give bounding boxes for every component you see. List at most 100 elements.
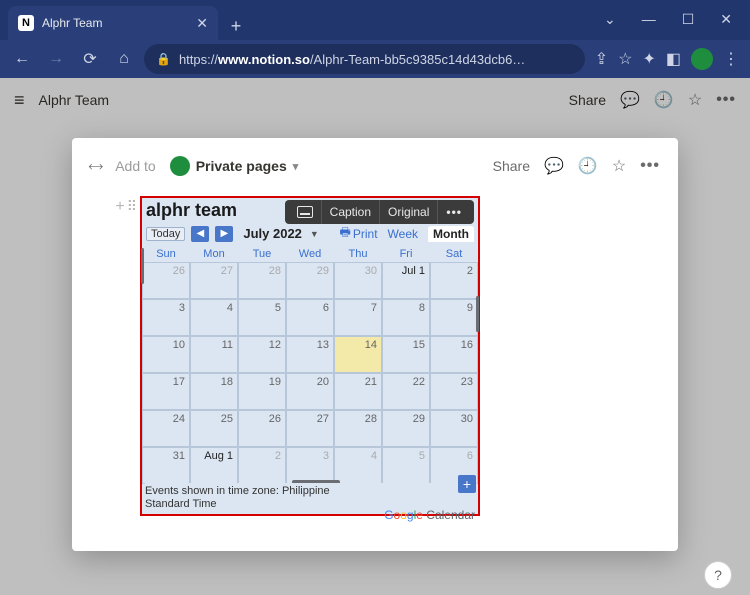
- calendar-cell[interactable]: 15: [382, 336, 430, 373]
- calendar-cell[interactable]: 28: [238, 262, 286, 299]
- calendar-cell[interactable]: 7: [334, 299, 382, 336]
- add-block-icon[interactable]: +: [115, 198, 124, 216]
- tab-favicon: N: [18, 15, 34, 31]
- calendar-cell[interactable]: 30: [430, 410, 478, 447]
- calendar-cell[interactable]: 27: [286, 410, 334, 447]
- browser-tab[interactable]: N Alphr Team ✕: [8, 6, 218, 40]
- new-tab-button[interactable]: +: [222, 12, 250, 40]
- chevron-down-icon[interactable]: ⌄: [604, 11, 616, 28]
- calendar-cell[interactable]: 21: [334, 373, 382, 410]
- calendar-cell[interactable]: 26: [142, 262, 190, 299]
- page-peek-modal: ⤢ Add to Private pages ▾ Share 💬 🕘 ☆ •••…: [72, 138, 678, 551]
- calendar-cell[interactable]: 10: [142, 336, 190, 373]
- calendar-cell[interactable]: 5: [238, 299, 286, 336]
- calendar-cell[interactable]: 26: [238, 410, 286, 447]
- google-calendar-logo[interactable]: Google Calendar: [384, 508, 475, 522]
- next-month-button[interactable]: ▶: [215, 226, 233, 242]
- calendar-cell[interactable]: 20: [286, 373, 334, 410]
- browser-titlebar: N Alphr Team ✕ + ⌄ ― ☐ ✕: [0, 0, 750, 40]
- calendar-cell[interactable]: 17: [142, 373, 190, 410]
- calendar-cell[interactable]: 18: [190, 373, 238, 410]
- modal-share-button[interactable]: Share: [493, 158, 530, 174]
- calendar-cell[interactable]: 9: [430, 299, 478, 336]
- calendar-cell[interactable]: 11: [190, 336, 238, 373]
- reload-button[interactable]: ⟳: [76, 45, 104, 73]
- add-to-label: Add to: [115, 158, 155, 174]
- today-button[interactable]: Today: [146, 227, 185, 241]
- calendar-cell[interactable]: 31: [142, 447, 190, 484]
- calendar-cell[interactable]: 19: [238, 373, 286, 410]
- calendar-day-headers: SunMonTueWedThuFriSat: [142, 246, 478, 262]
- profile-avatar[interactable]: [691, 48, 713, 70]
- drag-handle-icon[interactable]: ⠿: [127, 198, 134, 216]
- calendar-cell[interactable]: 4: [190, 299, 238, 336]
- prev-month-button[interactable]: ◀: [191, 226, 209, 242]
- add-event-button[interactable]: +: [458, 475, 476, 493]
- block-original-button[interactable]: Original: [379, 200, 437, 224]
- expand-icon[interactable]: ⤢: [86, 156, 106, 176]
- workspace-icon: [170, 156, 190, 176]
- bookmark-icon[interactable]: ☆: [618, 49, 632, 69]
- calendar-cell[interactable]: 22: [382, 373, 430, 410]
- calendar-cell[interactable]: 24: [142, 410, 190, 447]
- modal-updates-icon[interactable]: 🕘: [578, 156, 598, 176]
- url-text: https://www.notion.so/Alphr-Team-bb5c938…: [179, 52, 525, 67]
- calendar-cell[interactable]: 13: [286, 336, 334, 373]
- calendar-cell[interactable]: 6: [286, 299, 334, 336]
- side-panel-icon[interactable]: ◧: [666, 49, 681, 69]
- calendar-cell[interactable]: 8: [382, 299, 430, 336]
- calendar-cell[interactable]: 27: [190, 262, 238, 299]
- calendar-cell[interactable]: 28: [334, 410, 382, 447]
- address-bar[interactable]: 🔒 https://www.notion.so/Alphr-Team-bb5c9…: [144, 44, 585, 74]
- calendar-cell[interactable]: 23: [430, 373, 478, 410]
- day-header: Sat: [430, 248, 478, 260]
- modal-comments-icon[interactable]: 💬: [544, 156, 564, 176]
- forward-button[interactable]: →: [42, 45, 70, 73]
- calendar-cell[interactable]: 3: [286, 447, 334, 484]
- calendar-cell[interactable]: 25: [190, 410, 238, 447]
- scroll-indicator-left: [141, 248, 144, 284]
- calendar-cell[interactable]: 3: [142, 299, 190, 336]
- calendar-cell[interactable]: 4: [334, 447, 382, 484]
- modal-toolbar: ⤢ Add to Private pages ▾ Share 💬 🕘 ☆ •••: [90, 148, 660, 184]
- day-header: Thu: [334, 248, 382, 260]
- block-caption-icon[interactable]: [289, 200, 321, 224]
- block-caption-button[interactable]: Caption: [321, 200, 379, 224]
- extensions-icon[interactable]: ✦: [642, 49, 655, 69]
- calendar-cell[interactable]: 30: [334, 262, 382, 299]
- calendar-cell[interactable]: 2: [238, 447, 286, 484]
- window-controls: ⌄ ― ☐ ✕: [604, 11, 750, 40]
- maximize-icon[interactable]: ☐: [682, 11, 695, 28]
- google-calendar-embed[interactable]: Caption Original ••• alphr team Today ◀ …: [140, 196, 480, 516]
- timezone-text: Events shown in time zone: Philippine St…: [145, 485, 335, 510]
- day-header: Fri: [382, 248, 430, 260]
- calendar-grid: 2627282930Jul 12345678910111213141516171…: [142, 262, 478, 484]
- calendar-cell[interactable]: Aug 1: [190, 447, 238, 484]
- calendar-cell[interactable]: 16: [430, 336, 478, 373]
- block-more-icon[interactable]: •••: [437, 200, 470, 224]
- calendar-footer: Events shown in time zone: Philippine St…: [145, 483, 475, 513]
- home-button[interactable]: ⌂: [110, 45, 138, 73]
- location-picker[interactable]: Private pages ▾: [170, 156, 299, 176]
- view-week-tab[interactable]: Week: [384, 227, 422, 241]
- help-button[interactable]: ?: [704, 561, 732, 589]
- minimize-icon[interactable]: ―: [642, 11, 656, 28]
- calendar-cell[interactable]: 14: [334, 336, 382, 373]
- tab-close-icon[interactable]: ✕: [196, 15, 208, 32]
- close-window-icon[interactable]: ✕: [720, 11, 732, 28]
- calendar-cell[interactable]: 12: [238, 336, 286, 373]
- view-month-tab[interactable]: Month: [428, 226, 474, 242]
- calendar-cell[interactable]: 29: [382, 410, 430, 447]
- print-button[interactable]: 🖶 Print: [340, 223, 378, 244]
- calendar-cell[interactable]: Jul 1: [382, 262, 430, 299]
- back-button[interactable]: ←: [8, 45, 36, 73]
- day-header: Tue: [238, 248, 286, 260]
- calendar-cell[interactable]: 29: [286, 262, 334, 299]
- modal-more-icon[interactable]: •••: [640, 157, 660, 175]
- month-picker-icon[interactable]: ▼: [310, 229, 319, 239]
- share-page-icon[interactable]: ⇪: [595, 49, 608, 69]
- block-handles: + ⠿: [90, 196, 134, 216]
- browser-menu-icon[interactable]: ⋮: [723, 49, 738, 69]
- calendar-cell[interactable]: 2: [430, 262, 478, 299]
- modal-favorite-icon[interactable]: ☆: [612, 156, 626, 176]
